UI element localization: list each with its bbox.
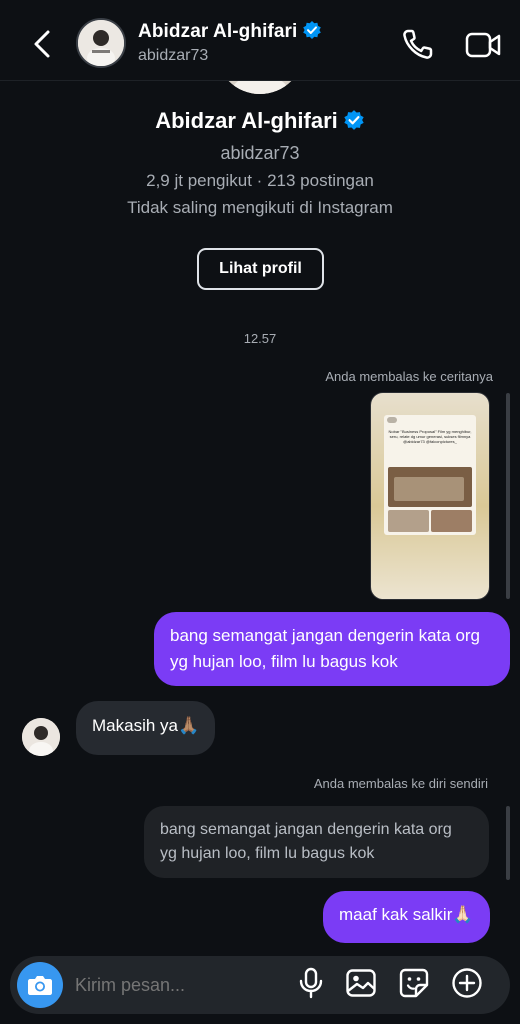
- story-reply-note: Anda membalas ke ceritanya: [325, 369, 493, 384]
- sticker-icon[interactable]: [398, 967, 430, 999]
- message-timestamp: 12.57: [243, 331, 277, 346]
- story-photo: [431, 510, 472, 532]
- sender-avatar[interactable]: [22, 718, 60, 756]
- view-profile-button[interactable]: Lihat profil: [197, 248, 324, 290]
- profile-stats: 2,9 jt pengikut · 213 postingan: [146, 171, 374, 190]
- chat-header: Abidzar Al-ghifari abidzar73: [0, 0, 520, 81]
- self-reply-note: Anda membalas ke diri sendiri: [313, 776, 488, 791]
- camera-button[interactable]: [17, 962, 63, 1008]
- avatar-photo-icon: [78, 20, 124, 66]
- message-bubble-sent[interactable]: bang semangat jangan dengerin kata org y…: [154, 612, 510, 686]
- message-bubble-sent[interactable]: maaf kak salkir🙏🏻: [323, 891, 490, 943]
- story-thumbnail[interactable]: Nobar "Business Proposal" Film yg menghi…: [371, 393, 489, 599]
- story-caption: Nobar "Business Proposal" Film yg menghi…: [388, 429, 472, 444]
- back-arrow-icon[interactable]: [28, 26, 58, 62]
- plus-icon[interactable]: [451, 967, 483, 999]
- camera-icon: [28, 976, 52, 995]
- profile-title: Abidzar Al-ghifari: [0, 108, 520, 134]
- story-content: Nobar "Business Proposal" Film yg menghi…: [384, 415, 476, 535]
- phone-icon[interactable]: [400, 26, 436, 62]
- verified-badge-icon: [303, 21, 322, 39]
- header-name: Abidzar Al-ghifari: [138, 21, 298, 42]
- microphone-icon[interactable]: [297, 967, 325, 999]
- profile-name: Abidzar Al-ghifari: [155, 108, 338, 133]
- follow-status: Tidak saling mengikuti di Instagram: [127, 198, 393, 217]
- header-username: abidzar73: [138, 47, 209, 64]
- story-reply-bar: [506, 393, 510, 599]
- quoted-message[interactable]: bang semangat jangan dengerin kata org y…: [144, 806, 489, 878]
- header-title[interactable]: Abidzar Al-ghifari: [138, 20, 322, 43]
- story-photo: [388, 467, 472, 507]
- avatar-photo-icon: [22, 718, 60, 756]
- video-camera-icon[interactable]: [464, 28, 502, 62]
- image-icon[interactable]: [345, 967, 377, 999]
- message-bubble-received[interactable]: Makasih ya🙏🏽: [76, 701, 216, 755]
- self-reply-bar: [506, 806, 510, 880]
- profile-username: abidzar73: [220, 143, 300, 163]
- message-input[interactable]: [75, 973, 265, 997]
- header-avatar[interactable]: [76, 18, 126, 68]
- story-avatar-icon: [387, 417, 397, 423]
- story-photo: [388, 510, 429, 532]
- verified-badge-icon: [344, 110, 364, 130]
